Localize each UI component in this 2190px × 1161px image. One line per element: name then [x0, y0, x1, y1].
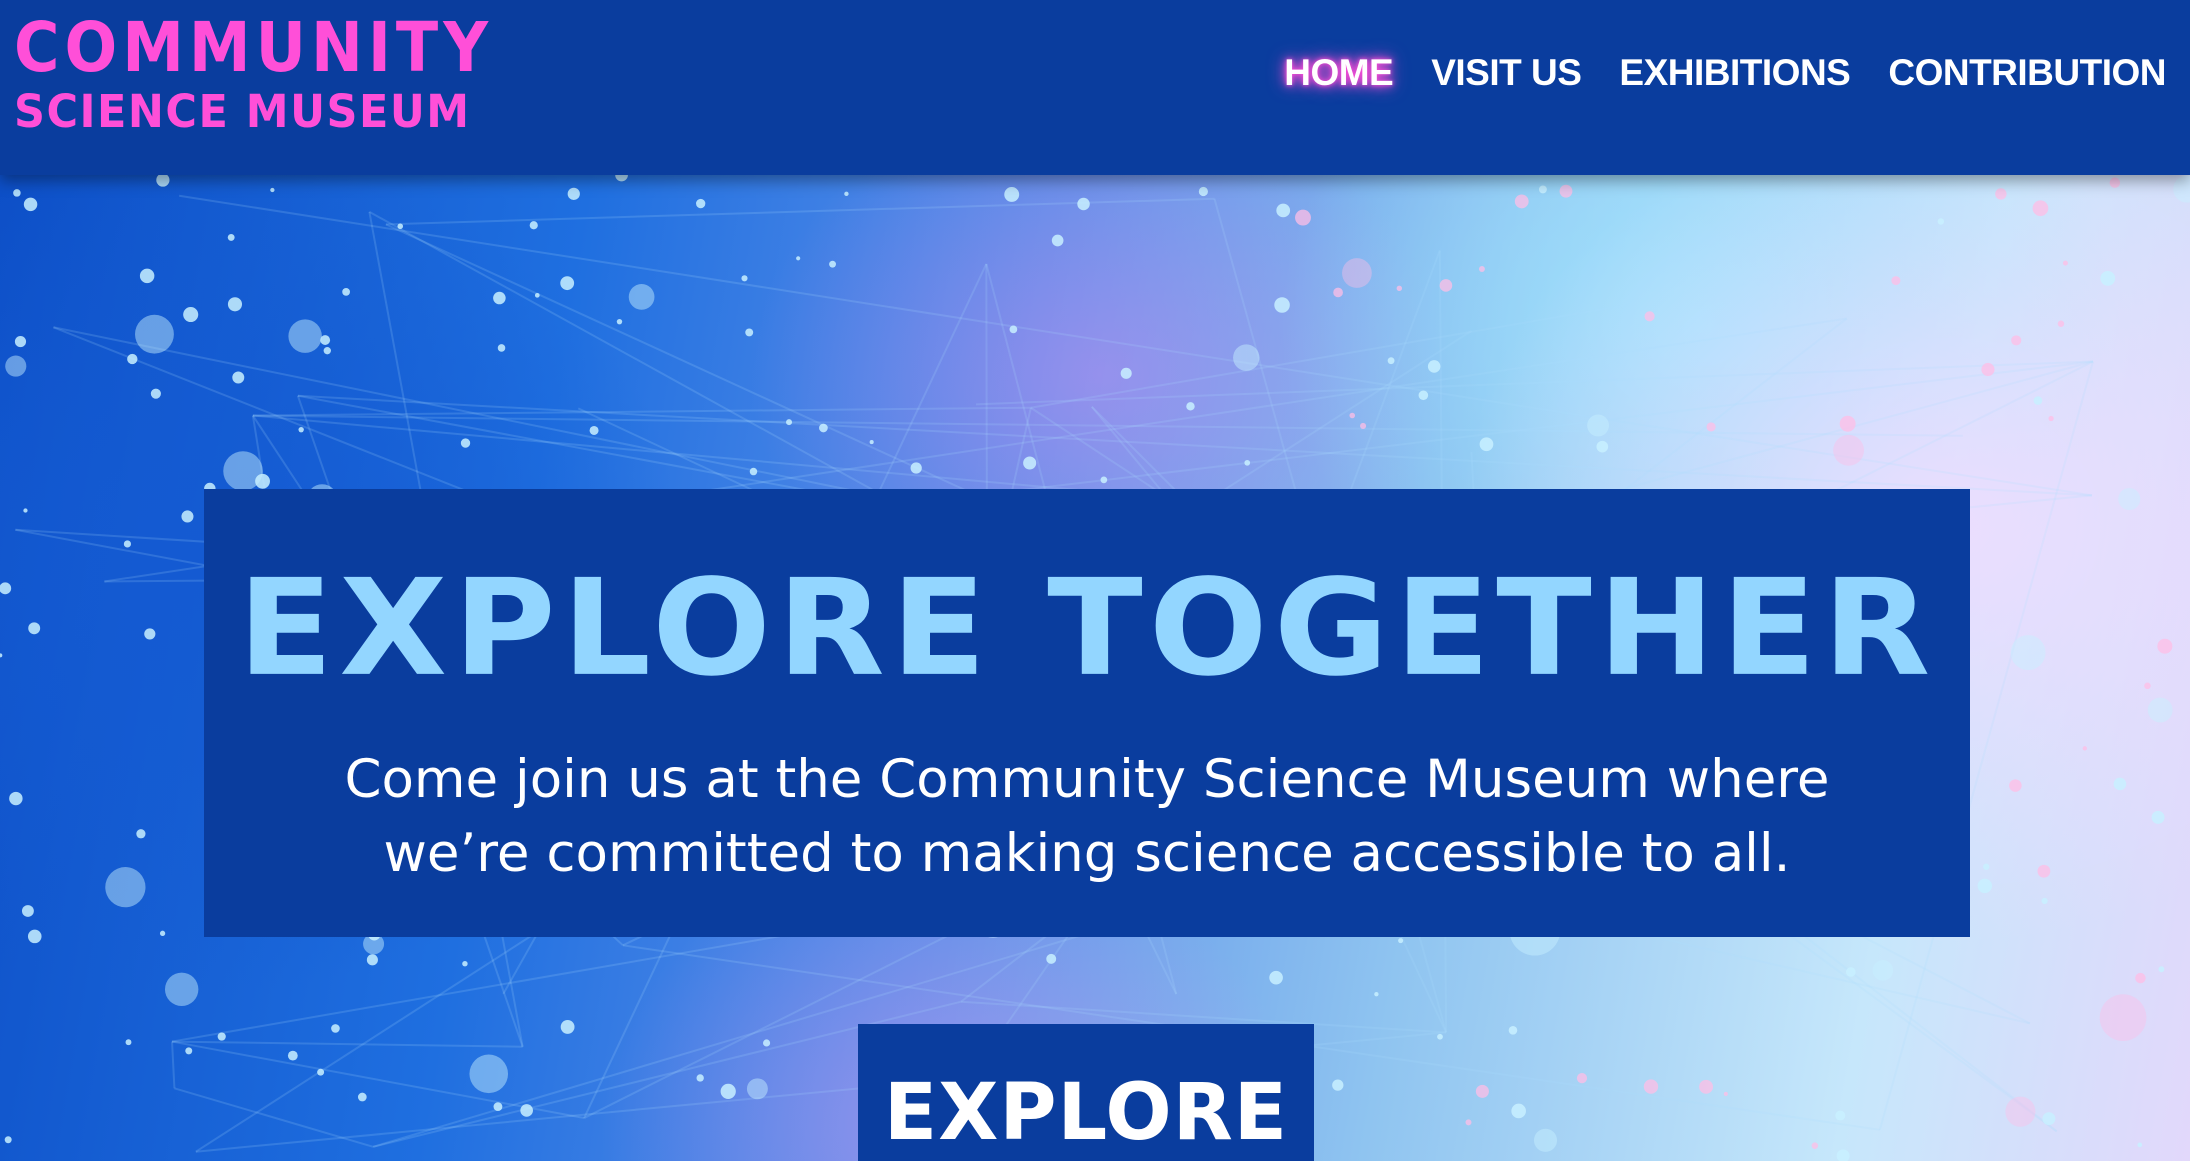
explore-button[interactable]: EXPLORE	[858, 1024, 1314, 1161]
hero-title: EXPLORE TOGETHER	[237, 551, 1937, 707]
site-logo[interactable]: COMMUNITY SCIENCE MUSEUM	[14, 7, 494, 134]
explore-button-label: EXPLORE	[883, 1068, 1289, 1158]
hero-subtitle: Come join us at the Community Science Mu…	[344, 749, 1830, 884]
nav-item-visit-us[interactable]: VISIT US	[1431, 52, 1582, 94]
nav-item-contribution[interactable]: CONTRIBUTION	[1888, 52, 2166, 94]
nav-item-home[interactable]: HOME	[1284, 52, 1394, 94]
page: COMMUNITY SCIENCE MUSEUM HOME VISIT US E…	[0, 0, 2190, 1161]
hero-panel: EXPLORE TOGETHER Come join us at the Com…	[204, 489, 1970, 937]
logo-line-community: COMMUNITY	[14, 7, 494, 88]
nav-item-exhibitions[interactable]: EXHIBITIONS	[1619, 52, 1850, 94]
site-header: COMMUNITY SCIENCE MUSEUM HOME VISIT US E…	[0, 0, 2190, 175]
logo-line-science-museum: SCIENCE MUSEUM	[14, 85, 471, 139]
main-nav: HOME VISIT US EXHIBITIONS CONTRIBUTION	[1284, 52, 2166, 94]
